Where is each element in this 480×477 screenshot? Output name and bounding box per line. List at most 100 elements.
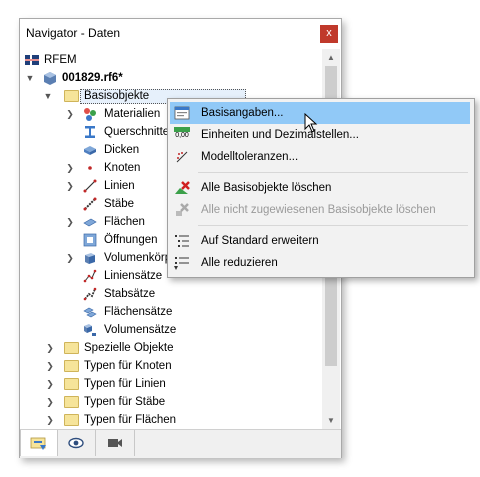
chevron-right-icon[interactable]: ❯	[65, 159, 75, 177]
menu-item-alle-reduzieren[interactable]: Alle reduzieren	[170, 252, 470, 274]
menu-item-einheiten[interactable]: 0,00 Einheiten und Dezimalstellen...	[170, 124, 470, 146]
tree-label: Linien	[104, 180, 135, 192]
collapse-icon	[174, 257, 189, 270]
node-icon	[88, 166, 92, 170]
folder-icon	[64, 360, 79, 372]
tree-label: Flächen	[104, 216, 145, 228]
chevron-right-icon[interactable]: ❯	[65, 213, 75, 231]
surface-icon	[83, 218, 97, 227]
delete-unassigned-icon	[176, 203, 189, 216]
rfem-flag-icon	[25, 55, 39, 65]
tree-label: Querschnitte	[104, 126, 170, 138]
tree-label: Typen für Stäbe	[84, 396, 166, 408]
tab-data[interactable]	[20, 430, 58, 456]
menu-item-nicht-zugewiesen-loeschen[interactable]: Alle nicht zugewiesenen Basisobjekte lös…	[170, 199, 470, 221]
close-button[interactable]: x	[320, 25, 338, 43]
folder-icon	[64, 378, 79, 390]
tree-label: Öffnungen	[104, 234, 158, 246]
chevron-right-icon[interactable]: ❯	[45, 339, 55, 357]
solid-icon	[85, 253, 95, 264]
tree-label: Knoten	[104, 162, 141, 174]
tree-item-flaechensaetze[interactable]: Flächensätze	[20, 303, 320, 321]
eye-icon	[68, 437, 84, 449]
menu-item-auf-standard-erweitern[interactable]: Auf Standard erweitern	[170, 230, 470, 252]
tree-item-rfem[interactable]: RFEM	[20, 51, 320, 69]
tree-label: Dicken	[104, 144, 140, 156]
member-set-icon	[83, 287, 97, 301]
chevron-right-icon[interactable]: ❯	[45, 375, 55, 393]
menu-label: Auf Standard erweitern	[201, 235, 319, 247]
tree-label: Stäbe	[104, 198, 135, 210]
menu-label: Alle Basisobjekte löschen	[201, 182, 332, 194]
opening-icon	[83, 233, 97, 247]
line-icon	[83, 179, 97, 193]
chevron-right-icon[interactable]: ❯	[45, 357, 55, 375]
tree-label: Spezielle Objekte	[84, 342, 174, 354]
menu-label: Einheiten und Dezimalstellen...	[201, 129, 359, 141]
chevron-down-icon[interactable]: ▼	[25, 69, 35, 87]
tree-label: Typen für Linien	[84, 378, 166, 390]
chevron-right-icon[interactable]: ❯	[65, 249, 75, 267]
menu-item-basisangaben[interactable]: Basisangaben...	[170, 102, 470, 124]
menu-item-modelltoleranzen[interactable]: Modelltoleranzen...	[170, 146, 470, 168]
tree-label: Volumensätze	[104, 324, 177, 336]
member-icon	[83, 197, 97, 211]
tree-label: Materialien	[104, 108, 161, 120]
tree-item-typen-knoten[interactable]: ❯ Typen für Knoten	[20, 357, 320, 375]
folder-icon	[64, 414, 79, 426]
thickness-icon	[84, 146, 96, 155]
data-icon	[30, 437, 46, 450]
tree-label: Liniensätze	[104, 270, 163, 282]
tree-item-typen-flaechen[interactable]: ❯ Typen für Flächen	[20, 411, 320, 429]
tree-label: Stabsätze	[104, 288, 156, 300]
title-bar: Navigator - Daten x	[20, 19, 341, 49]
tree-item-model[interactable]: ▼ 001829.rf6*	[20, 69, 320, 87]
chevron-right-icon[interactable]: ❯	[45, 411, 55, 429]
tolerance-icon	[176, 151, 188, 163]
navigator-tabs	[20, 429, 341, 458]
menu-label: Basisangaben...	[201, 107, 284, 119]
chevron-right-icon[interactable]: ❯	[65, 105, 75, 123]
tab-view[interactable]	[57, 430, 96, 456]
folder-icon	[64, 342, 79, 354]
folder-icon	[64, 396, 79, 408]
tree-item-typen-linien[interactable]: ❯ Typen für Linien	[20, 375, 320, 393]
scroll-up-icon[interactable]: ▲	[322, 49, 340, 66]
line-set-icon	[83, 269, 97, 283]
tree-item-volumensaetze[interactable]: Volumensätze	[20, 321, 320, 339]
folder-icon	[64, 90, 79, 102]
scroll-down-icon[interactable]: ▼	[322, 412, 340, 429]
general-data-icon	[174, 106, 190, 120]
cross-section-icon	[85, 126, 95, 138]
menu-separator	[198, 225, 468, 226]
camera-icon	[108, 439, 122, 447]
material-icon	[84, 108, 96, 121]
units-icon-text: 0,00	[175, 132, 189, 139]
tree-item-spezielle-objekte[interactable]: ❯ Spezielle Objekte	[20, 339, 320, 357]
window-title: Navigator - Daten	[26, 26, 121, 40]
chevron-down-icon[interactable]: ▼	[43, 87, 53, 105]
menu-label: Alle reduzieren	[201, 257, 278, 269]
expand-icon	[175, 235, 189, 247]
tree-label: 001829.rf6*	[62, 72, 123, 84]
chevron-right-icon[interactable]: ❯	[45, 393, 55, 411]
model-icon	[44, 72, 56, 85]
mouse-cursor-icon	[304, 113, 318, 133]
menu-label: Alle nicht zugewiesenen Basisobjekte lös…	[201, 204, 436, 216]
tree-label: Typen für Flächen	[84, 414, 177, 426]
surface-set-icon	[83, 307, 97, 318]
tree-label: Flächensätze	[104, 306, 173, 318]
context-menu: Basisangaben... 0,00 Einheiten und Dezim…	[167, 98, 475, 278]
tree-item-stabsaetze[interactable]: Stabsätze	[20, 285, 320, 303]
tree-item-typen-staebe[interactable]: ❯ Typen für Stäbe	[20, 393, 320, 411]
tree-label: RFEM	[44, 54, 77, 66]
chevron-right-icon[interactable]: ❯	[65, 177, 75, 195]
tree-label: Typen für Knoten	[84, 360, 172, 372]
menu-label: Modelltoleranzen...	[201, 151, 299, 163]
delete-icon	[175, 181, 190, 194]
menu-item-alle-loeschen[interactable]: Alle Basisobjekte löschen	[170, 177, 470, 199]
tree-label: Basisobjekte	[84, 90, 150, 102]
solid-set-icon	[84, 324, 96, 336]
units-icon: 0,00	[174, 127, 190, 143]
tab-camera[interactable]	[96, 430, 135, 456]
